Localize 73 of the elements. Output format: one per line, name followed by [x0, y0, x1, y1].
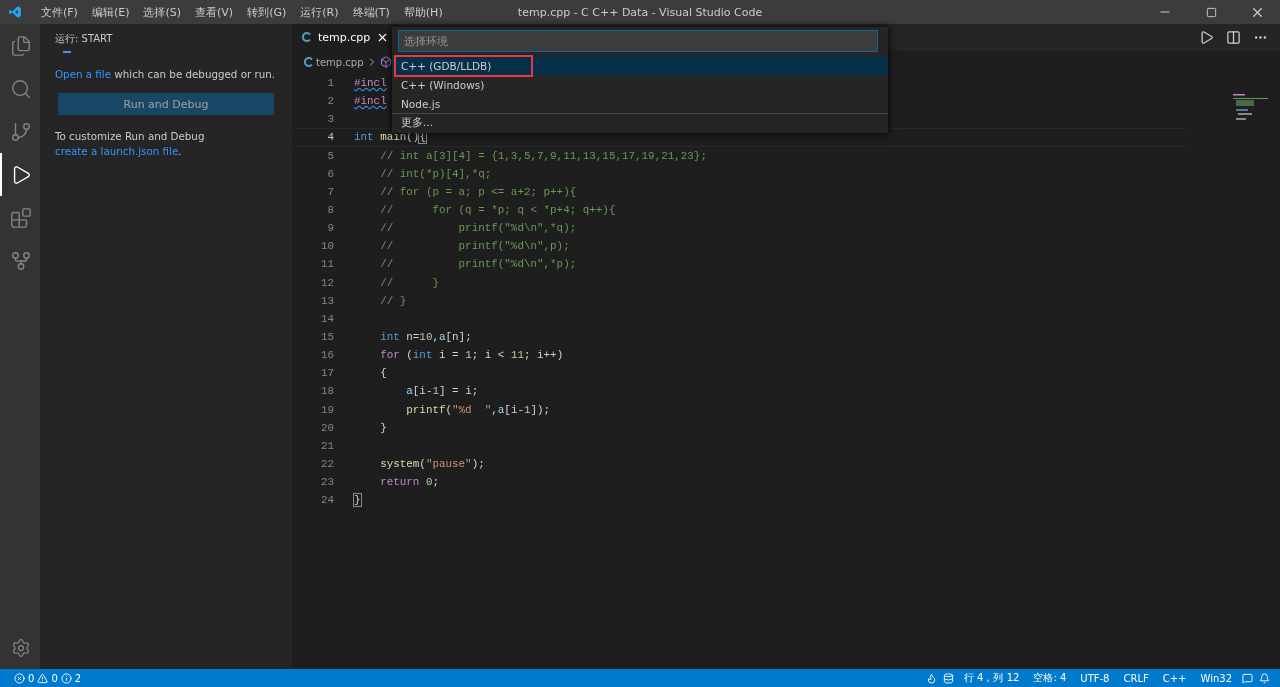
code-text: // for (p = a; p <= a+2; p++){: [379, 185, 577, 198]
line-number: 20: [319, 421, 335, 434]
problems-indicator[interactable]: 0 0 2: [10, 672, 86, 684]
code-text: printf("%d ",a[i-1]);: [405, 403, 551, 416]
line-number: 19: [319, 403, 335, 416]
quick-pick-item[interactable]: C++ (Windows): [392, 75, 888, 94]
menu-item[interactable]: 编辑(E): [84, 4, 137, 20]
menu-item[interactable]: 运行(R): [293, 4, 346, 20]
line-number: 17: [319, 367, 335, 380]
menu-item[interactable]: 选择(S): [136, 4, 189, 20]
line-number: 8: [326, 204, 335, 217]
code-text: system("pause");: [379, 458, 485, 470]
code-text: }: [379, 421, 387, 434]
line-number: 3: [326, 113, 335, 126]
line-number: 11: [319, 258, 335, 271]
line-number: 9: [326, 222, 335, 235]
code-text: for (int i = 1; i < 11; i++): [379, 349, 564, 362]
line-number: 13: [319, 294, 335, 307]
window-title: temp.cpp - C C++ Data - Visual Studio Code: [517, 5, 763, 19]
quick-pick-item[interactable]: C++ (GDB/LLDB): [392, 56, 888, 75]
customize-text: To customize Run and Debug create a launch.json file.: [55, 129, 206, 159]
line-number: 24: [319, 494, 335, 507]
line-number: 15: [319, 331, 335, 344]
status-item[interactable]: Win32: [1196, 672, 1236, 684]
code-text: // }: [379, 294, 407, 307]
open-file-link[interactable]: Open a file: [55, 68, 112, 80]
line-number: 18: [319, 385, 335, 398]
status-item[interactable]: CRLF: [1119, 672, 1153, 684]
code-text: return 0;: [379, 476, 439, 489]
menu-item[interactable]: 转到(G): [240, 4, 294, 20]
line-number: 14: [319, 312, 335, 325]
code-text: a[i-1] = i;: [405, 385, 479, 398]
editor-tab[interactable]: temp.cpp: [292, 24, 400, 51]
status-item[interactable]: C++: [1158, 672, 1191, 684]
line-number: 1: [326, 77, 335, 90]
line-number: 16: [319, 349, 335, 362]
code-text: // int a[3][4] = {1,3,5,7,9,11,13,15,17,19,21,23};: [379, 149, 707, 162]
line-number: 4: [326, 131, 335, 144]
intro-text: Open a file which can be debugged or run.: [55, 67, 277, 82]
line-number: 10: [319, 240, 335, 253]
code-text: // printf("%d\n",p);: [379, 240, 570, 253]
status-item[interactable]: 行 4，列 12: [959, 671, 1024, 685]
menu-item[interactable]: 文件(F): [34, 4, 85, 20]
menu-item[interactable]: 帮助(H): [396, 4, 450, 20]
run-and-debug-button[interactable]: Run and Debug: [58, 93, 274, 115]
quick-pick-item[interactable]: 更多...: [392, 113, 888, 132]
code-text: {: [379, 367, 387, 380]
code-text: // }: [379, 276, 439, 289]
code-text: int n=10,a[n];: [379, 331, 472, 344]
code-text: // for (q = *p; q < *p+4; q++){: [379, 204, 616, 217]
line-number: 12: [319, 276, 335, 289]
code-text: }: [354, 494, 361, 507]
menu-item[interactable]: 查看(V): [188, 4, 241, 20]
line-number: 5: [326, 149, 335, 162]
code-text: // printf("%d\n",*q);: [379, 222, 577, 235]
line-number: 7: [326, 185, 335, 198]
menu-item[interactable]: 终端(T): [345, 4, 397, 20]
code-text: #incl: [354, 95, 387, 108]
highlight-frame: C++ (GDB/LLDB): [394, 55, 534, 77]
line-number: 22: [319, 458, 335, 470]
quick-pick-item[interactable]: Node.js: [392, 94, 888, 113]
code-text: #incl: [354, 77, 387, 90]
status-item[interactable]: UTF-8: [1076, 672, 1114, 684]
line-number: 21: [319, 439, 335, 452]
breadcrumb-item[interactable]: temp.cpp: [316, 56, 364, 68]
line-number: 23: [319, 476, 335, 489]
line-number: 2: [326, 95, 335, 108]
line-number: 6: [326, 167, 335, 180]
code-text: // int(*p)[4],*q;: [379, 167, 492, 180]
code-text: // printf("%d\n",*p);: [379, 258, 577, 271]
status-item[interactable]: 空格: 4: [1029, 671, 1071, 685]
sidebar-title: 运行: START: [55, 32, 114, 46]
quick-pick-input[interactable]: 选择环境: [398, 30, 878, 52]
